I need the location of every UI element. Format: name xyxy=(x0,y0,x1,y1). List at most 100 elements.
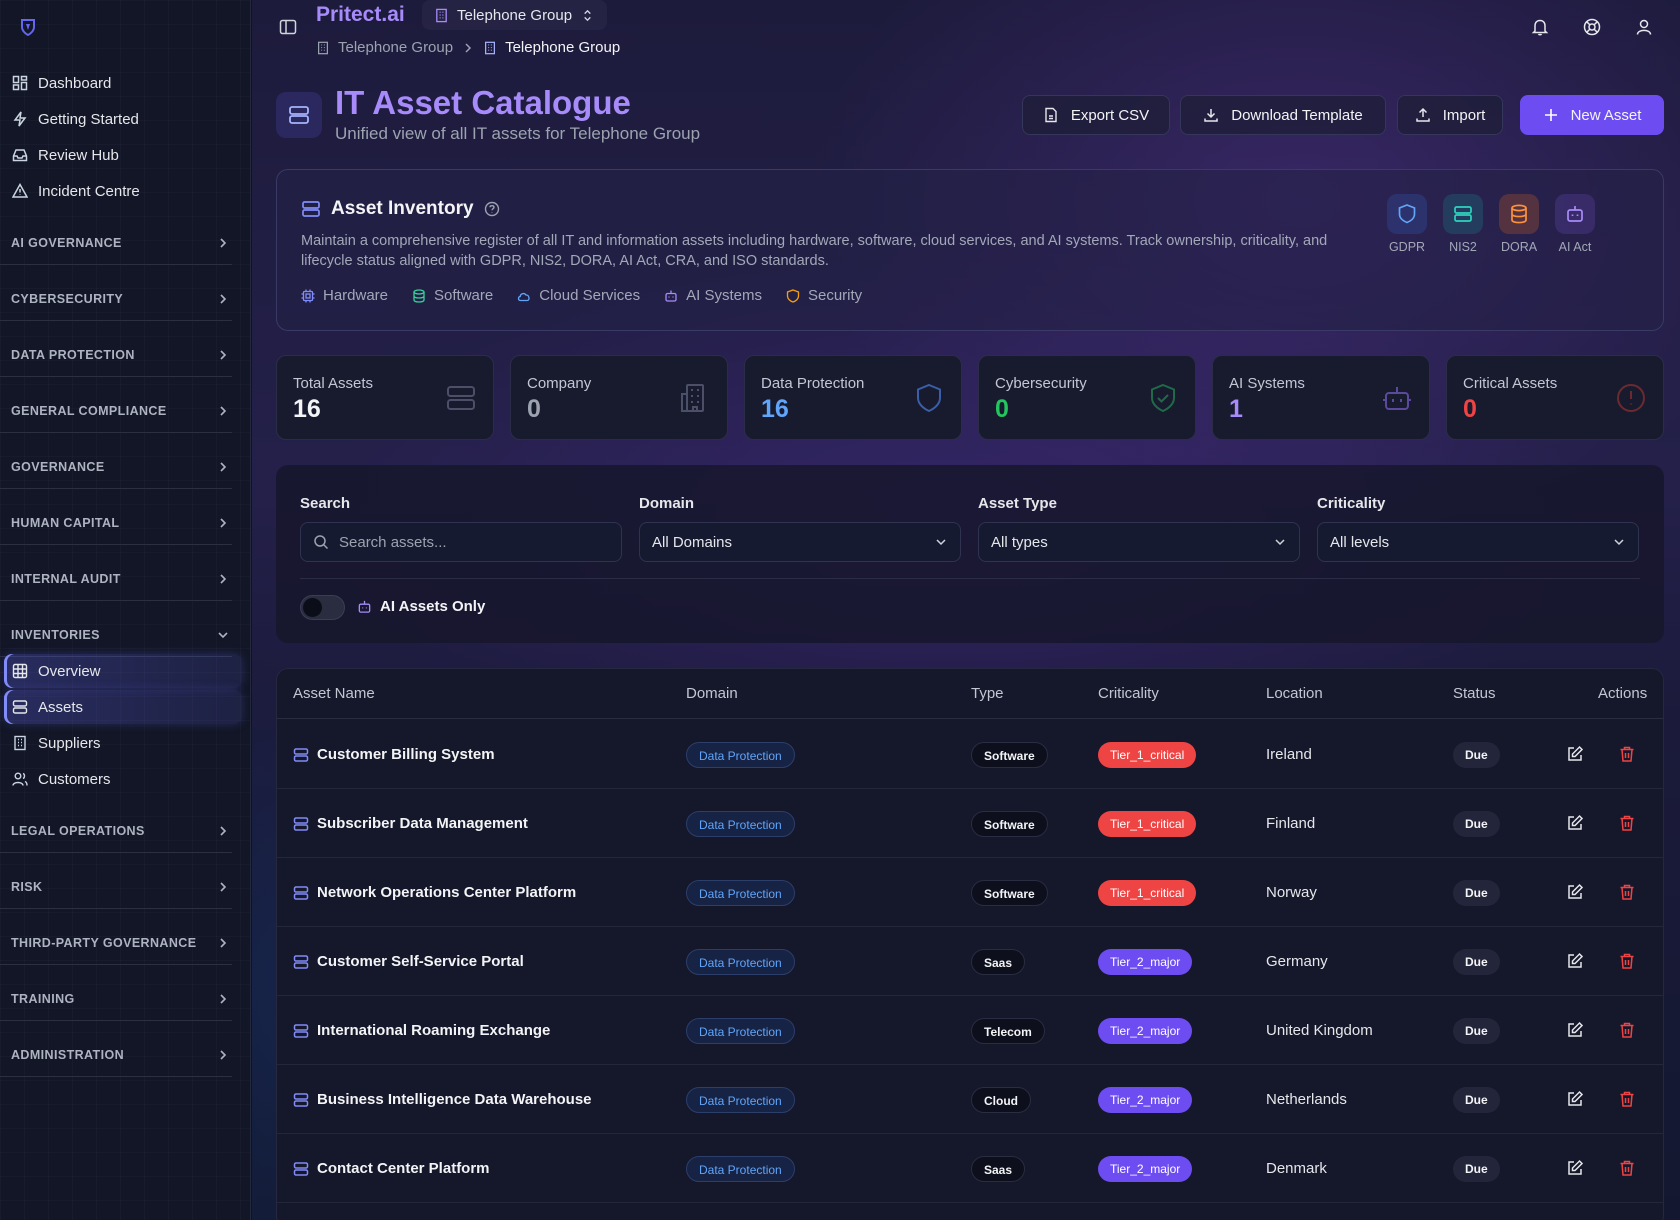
group-selector[interactable]: Telephone Group xyxy=(422,0,608,30)
bell-icon[interactable] xyxy=(1530,17,1550,37)
download-template-button[interactable]: Download Template xyxy=(1180,95,1386,135)
regulation-gdpr[interactable]: GDPR xyxy=(1379,194,1435,254)
button-label: Import xyxy=(1442,106,1486,124)
asset-type-value: All types xyxy=(991,533,1048,551)
sidebar-item-suppliers[interactable]: Suppliers xyxy=(4,726,242,760)
asset-name-cell[interactable]: Network Operations Center Platform xyxy=(293,858,576,927)
criticality-value: All levels xyxy=(1330,533,1390,551)
page-icon xyxy=(276,92,322,138)
column-header-status[interactable]: Status xyxy=(1453,685,1496,702)
edit-icon[interactable] xyxy=(1566,1090,1584,1108)
button-label: Download Template xyxy=(1231,106,1363,124)
table-row[interactable]: Network Operations Center Platform Data P… xyxy=(277,858,1663,927)
regulation-label: DORA xyxy=(1500,240,1538,254)
sidebar-item-dashboard[interactable]: Dashboard xyxy=(4,66,242,100)
edit-icon[interactable] xyxy=(1566,952,1584,970)
button-label: Export CSV xyxy=(1070,106,1150,124)
sidebar-section-ai-governance[interactable]: AI GOVERNANCE xyxy=(0,221,242,265)
sidebar-item-review-hub[interactable]: Review Hub xyxy=(4,138,242,172)
edit-icon[interactable] xyxy=(1566,1021,1584,1039)
support-icon[interactable] xyxy=(1582,17,1602,37)
sidebar-section-administration[interactable]: ADMINISTRATION xyxy=(0,1033,242,1077)
sidebar-section-data-protection[interactable]: DATA PROTECTION xyxy=(0,333,242,377)
file-icon xyxy=(1045,107,1057,123)
sidebar-toggle-icon[interactable] xyxy=(279,18,297,36)
edit-icon[interactable] xyxy=(1566,745,1584,763)
delete-icon[interactable] xyxy=(1618,883,1636,901)
robot-icon xyxy=(665,290,677,302)
column-header-location[interactable]: Location xyxy=(1266,685,1323,702)
asset-name-cell[interactable]: Customer Billing System xyxy=(293,720,495,789)
sidebar-item-incident-centre[interactable]: Incident Centre xyxy=(4,174,242,208)
regulation-ai-act[interactable]: AI Act xyxy=(1547,194,1603,254)
table-row[interactable]: Subscriber Data Management Data Protectio… xyxy=(277,789,1663,858)
table-row[interactable]: Customer Billing System Data Protection So… xyxy=(277,720,1663,789)
search-input[interactable]: Search assets... xyxy=(300,522,622,562)
sidebar-section-general-compliance[interactable]: GENERAL COMPLIANCE xyxy=(0,389,242,433)
asset-name-cell[interactable]: Subscriber Data Management xyxy=(293,789,528,858)
sidebar-section-training[interactable]: TRAINING xyxy=(0,977,242,1021)
new-asset-button[interactable]: New Asset xyxy=(1520,95,1664,135)
asset-name-cell[interactable]: Business Intelligence Data Warehouse xyxy=(293,1065,592,1134)
sidebar-item-customers[interactable]: Customers xyxy=(4,762,242,796)
type-cell: Saas xyxy=(971,1134,1026,1203)
sidebar-item-overview[interactable]: Overview xyxy=(4,654,242,688)
edit-icon[interactable] xyxy=(1566,883,1584,901)
grid-icon xyxy=(12,663,28,679)
edit-icon[interactable] xyxy=(1566,814,1584,832)
user-icon[interactable] xyxy=(1634,17,1654,37)
sidebar-section-legal-operations[interactable]: LEGAL OPERATIONS xyxy=(0,809,242,853)
import-button[interactable]: Import xyxy=(1397,95,1503,135)
criticality-cell: Tier_1_critical xyxy=(1098,789,1197,858)
column-header-type[interactable]: Type xyxy=(971,685,1004,702)
delete-icon[interactable] xyxy=(1618,1090,1636,1108)
table-row[interactable]: International Roaming Exchange Data Prote… xyxy=(277,996,1663,1065)
criticality-select[interactable]: All levels xyxy=(1317,522,1639,562)
asset-name-cell[interactable]: Contact Center Platform xyxy=(293,1134,490,1203)
help-icon[interactable] xyxy=(484,201,500,217)
sidebar-section-third-party-governance[interactable]: THIRD-PARTY GOVERNANCE xyxy=(0,921,242,965)
regulation-dora[interactable]: DORA xyxy=(1491,194,1547,254)
domain-badge: Data Protection xyxy=(686,1155,795,1182)
delete-icon[interactable] xyxy=(1618,1159,1636,1177)
column-header-criticality[interactable]: Criticality xyxy=(1098,685,1159,702)
asset-type-select[interactable]: All types xyxy=(978,522,1300,562)
sidebar-item-getting-started[interactable]: Getting Started xyxy=(4,102,242,136)
server-icon xyxy=(293,954,309,969)
delete-icon[interactable] xyxy=(1618,1021,1636,1039)
sidebar-section-internal-audit[interactable]: INTERNAL AUDIT xyxy=(0,557,242,601)
table-row[interactable]: Contact Center Platform Data Protection Sa… xyxy=(277,1134,1663,1203)
table-row[interactable]: Business Intelligence Data Warehouse Data… xyxy=(277,1065,1663,1134)
regulation-nis2[interactable]: NIS2 xyxy=(1435,194,1491,254)
brand-title[interactable]: Pritect.ai xyxy=(316,3,405,27)
app-logo-icon[interactable] xyxy=(20,18,36,36)
delete-icon[interactable] xyxy=(1618,814,1636,832)
domain-badge: Data Protection xyxy=(686,1086,795,1113)
asset-name: International Roaming Exchange xyxy=(317,1022,551,1039)
section-label: GOVERNANCE xyxy=(11,460,105,474)
type-cell: Software xyxy=(971,858,1048,927)
sidebar-section-human-capital[interactable]: HUMAN CAPITAL xyxy=(0,501,242,545)
building-icon xyxy=(681,384,704,412)
regulation-label: NIS2 xyxy=(1449,240,1477,254)
domain-select[interactable]: All Domains xyxy=(639,522,961,562)
export-csv-button[interactable]: Export CSV xyxy=(1022,95,1170,135)
inventory-title: Asset Inventory xyxy=(301,198,500,220)
sidebar-item-label: Review Hub xyxy=(38,146,119,164)
sidebar-section-inventories[interactable]: INVENTORIES xyxy=(0,613,242,657)
sidebar-section-cybersecurity[interactable]: CYBERSECURITY xyxy=(0,277,242,321)
sidebar-item-assets[interactable]: Assets xyxy=(4,690,242,724)
delete-icon[interactable] xyxy=(1618,745,1636,763)
column-header-asset-name[interactable]: Asset Name xyxy=(293,685,375,702)
asset-name-cell[interactable]: International Roaming Exchange xyxy=(293,996,550,1065)
sidebar-section-governance[interactable]: GOVERNANCE xyxy=(0,445,242,489)
stat-value: 16 xyxy=(761,395,789,423)
edit-icon[interactable] xyxy=(1566,1159,1584,1177)
breadcrumb-link[interactable]: Telephone Group xyxy=(338,39,453,56)
sidebar-section-risk[interactable]: RISK xyxy=(0,865,242,909)
asset-name-cell[interactable]: Customer Self-Service Portal xyxy=(293,927,524,996)
column-header-domain[interactable]: Domain xyxy=(686,685,738,702)
delete-icon[interactable] xyxy=(1618,952,1636,970)
ai-only-toggle[interactable] xyxy=(300,595,345,620)
table-row[interactable]: Customer Self-Service Portal Data Protect… xyxy=(277,927,1663,996)
